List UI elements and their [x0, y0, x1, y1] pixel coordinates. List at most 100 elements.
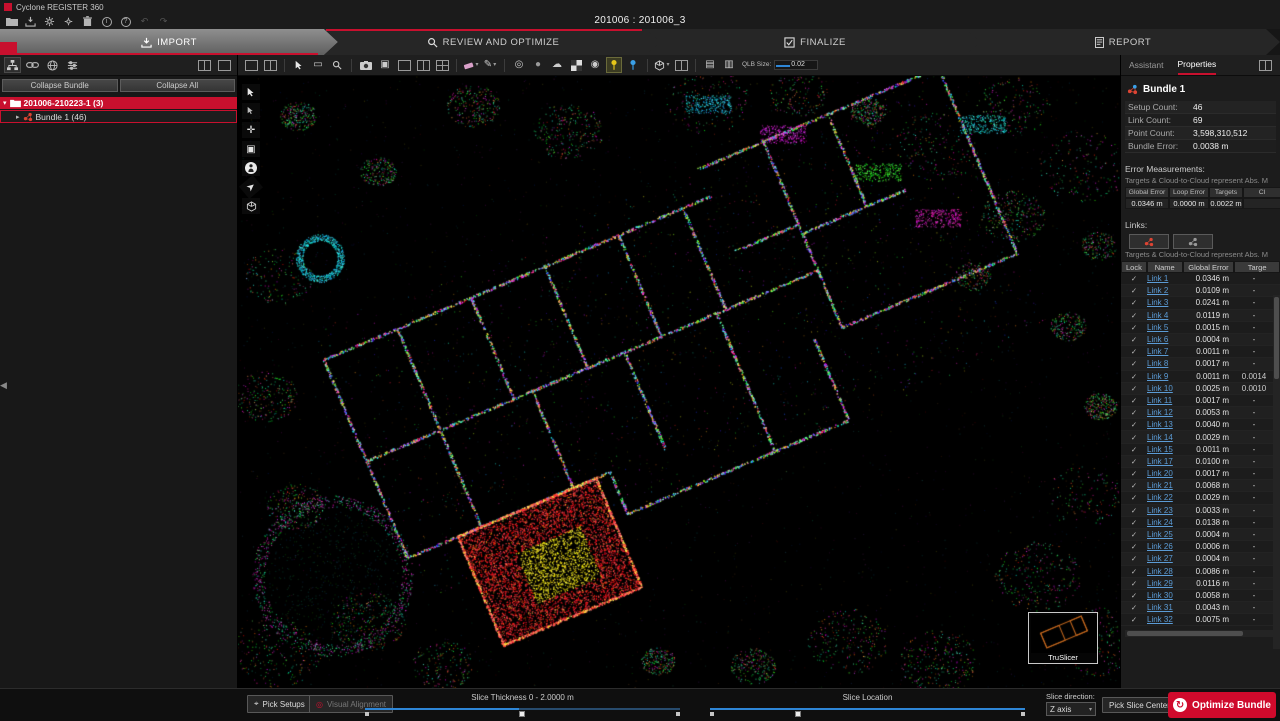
checker-target-icon[interactable]: [568, 57, 584, 73]
info-icon[interactable]: i: [100, 15, 113, 28]
links-col-global-error[interactable]: Global Error: [1183, 261, 1235, 273]
link-name[interactable]: Link 6: [1147, 335, 1183, 344]
link-name[interactable]: Link 9: [1147, 372, 1183, 381]
delete-icon[interactable]: [81, 15, 94, 28]
links-vscrollbar[interactable]: [1273, 295, 1280, 649]
link-name[interactable]: Link 27: [1147, 554, 1183, 563]
lock-check-icon[interactable]: ✓: [1121, 591, 1147, 600]
link-row[interactable]: ✓ Link 15 0.0011 m -: [1121, 444, 1280, 456]
slice-vertical-icon[interactable]: ▥: [721, 57, 737, 73]
split-pane-icon[interactable]: [262, 57, 278, 73]
lock-check-icon[interactable]: ✓: [1121, 420, 1147, 429]
link-name[interactable]: Link 17: [1147, 457, 1183, 466]
link-row[interactable]: ✓ Link 13 0.0040 m -: [1121, 419, 1280, 431]
link-row[interactable]: ✓ Link 20 0.0017 m -: [1121, 468, 1280, 480]
collapse-bundle-button[interactable]: Collapse Bundle: [2, 79, 118, 92]
link-name[interactable]: Link 28: [1147, 567, 1183, 576]
open-project-icon[interactable]: [5, 15, 18, 28]
link-row[interactable]: ✓ Link 28 0.0086 m -: [1121, 566, 1280, 578]
panel-layout-icon[interactable]: [1259, 60, 1272, 71]
expand-panel-icon[interactable]: [196, 57, 213, 73]
lock-check-icon[interactable]: ✓: [1121, 335, 1147, 344]
lock-check-icon[interactable]: ✓: [1121, 493, 1147, 502]
link-row[interactable]: ✓ Link 7 0.0011 m -: [1121, 346, 1280, 358]
link-row[interactable]: ✓ Link 14 0.0029 m -: [1121, 431, 1280, 443]
lock-check-icon[interactable]: ✓: [1121, 323, 1147, 332]
settings-gear-icon[interactable]: [43, 15, 56, 28]
cloud-target-icon[interactable]: ☁: [549, 57, 565, 73]
link-name[interactable]: Link 5: [1147, 323, 1183, 332]
help-icon[interactable]: ?: [119, 15, 132, 28]
point-cloud-viewport[interactable]: ✛ ▣ ➤ TruSlicer: [238, 76, 1120, 688]
rect-select-icon[interactable]: ▭: [310, 57, 326, 73]
tree-item-bundle[interactable]: ▸ Bundle 1 (46): [0, 110, 237, 123]
links-view-tab-icon[interactable]: [24, 57, 41, 73]
link-name[interactable]: Link 12: [1147, 408, 1183, 417]
slice-location-slider[interactable]: [710, 705, 1025, 717]
snapshot-icon[interactable]: ▣: [377, 57, 393, 73]
link-row[interactable]: ✓ Link 27 0.0004 m -: [1121, 553, 1280, 565]
link-row[interactable]: ✓ Link 26 0.0006 m -: [1121, 541, 1280, 553]
link-name[interactable]: Link 25: [1147, 530, 1183, 539]
import-data-icon[interactable]: [24, 15, 37, 28]
multi-select-tool-icon[interactable]: [242, 103, 260, 119]
truslicer-minimap[interactable]: TruSlicer: [1028, 612, 1098, 664]
link-name[interactable]: Link 7: [1147, 347, 1183, 356]
optimize-bundle-button[interactable]: ↻ Optimize Bundle: [1168, 692, 1276, 718]
workflow-step-report[interactable]: REPORT: [966, 29, 1280, 55]
qlb-size-slider[interactable]: 0.02: [774, 60, 818, 70]
link-name[interactable]: Link 30: [1147, 591, 1183, 600]
eraser-tool-icon[interactable]: ▾: [463, 57, 479, 73]
lock-check-icon[interactable]: ✓: [1121, 298, 1147, 307]
workflow-step-import[interactable]: IMPORT: [0, 29, 338, 55]
zoom-window-icon[interactable]: [329, 57, 345, 73]
link-name[interactable]: Link 21: [1147, 481, 1183, 490]
links-col-name[interactable]: Name: [1147, 261, 1183, 273]
slice-thickness-slider[interactable]: [365, 705, 680, 717]
lock-check-icon[interactable]: ✓: [1121, 384, 1147, 393]
lock-check-icon[interactable]: ✓: [1121, 359, 1147, 368]
slice-location-handle[interactable]: [795, 711, 801, 717]
hscroll-thumb[interactable]: [1127, 631, 1243, 636]
lock-check-icon[interactable]: ✓: [1121, 408, 1147, 417]
link-row[interactable]: ✓ Link 31 0.0043 m -: [1121, 602, 1280, 614]
lock-check-icon[interactable]: ✓: [1121, 530, 1147, 539]
tree-item-project[interactable]: ▾ 201006-210223-1 (3): [0, 97, 237, 109]
cursor-tool-icon[interactable]: [242, 84, 260, 100]
pan-tool-icon[interactable]: ✛: [242, 122, 260, 138]
camera-icon[interactable]: [358, 57, 374, 73]
redo-icon[interactable]: ↷: [157, 15, 170, 28]
link-name[interactable]: Link 29: [1147, 579, 1183, 588]
sphere-target-icon[interactable]: ●: [530, 57, 546, 73]
lock-check-icon[interactable]: ✓: [1121, 347, 1147, 356]
link-row[interactable]: ✓ Link 22 0.0029 m -: [1121, 492, 1280, 504]
link-row[interactable]: ✓ Link 23 0.0033 m -: [1121, 505, 1280, 517]
lock-check-icon[interactable]: ✓: [1121, 469, 1147, 478]
links-col-lock[interactable]: Lock: [1121, 261, 1147, 273]
filter-settings-tab-icon[interactable]: [64, 57, 81, 73]
circle-target-icon[interactable]: ◎: [511, 57, 527, 73]
collapse-panel-icon[interactable]: [216, 57, 233, 73]
link-row[interactable]: ✓ Link 8 0.0017 m -: [1121, 358, 1280, 370]
link-name[interactable]: Link 11: [1147, 396, 1183, 405]
cube-view-tool-icon[interactable]: [242, 198, 260, 214]
link-name[interactable]: Link 8: [1147, 359, 1183, 368]
lock-check-icon[interactable]: ✓: [1121, 274, 1147, 283]
lock-check-icon[interactable]: ✓: [1121, 445, 1147, 454]
link-name[interactable]: Link 32: [1147, 615, 1183, 624]
point-cloud-canvas[interactable]: [238, 76, 1120, 688]
caret-right-icon[interactable]: ▸: [16, 113, 20, 121]
link-name[interactable]: Link 1: [1147, 274, 1183, 283]
link-row[interactable]: ✓ Link 4 0.0119 m -: [1121, 310, 1280, 322]
lock-check-icon[interactable]: ✓: [1121, 603, 1147, 612]
workflow-step-review[interactable]: REVIEW AND OPTIMIZE: [324, 29, 662, 55]
lock-check-icon[interactable]: ✓: [1121, 506, 1147, 515]
link-row[interactable]: ✓ Link 3 0.0241 m -: [1121, 297, 1280, 309]
link-row[interactable]: ✓ Link 21 0.0068 m -: [1121, 480, 1280, 492]
caret-down-icon[interactable]: ▾: [3, 99, 7, 107]
link-row[interactable]: ✓ Link 25 0.0004 m -: [1121, 529, 1280, 541]
link-row[interactable]: ✓ Link 10 0.0025 m 0.0010: [1121, 383, 1280, 395]
view-cube-icon[interactable]: ▾: [654, 57, 670, 73]
lock-check-icon[interactable]: ✓: [1121, 615, 1147, 624]
lock-check-icon[interactable]: ✓: [1121, 372, 1147, 381]
